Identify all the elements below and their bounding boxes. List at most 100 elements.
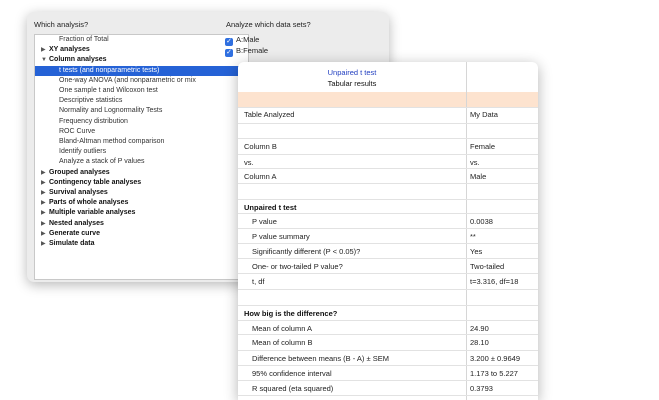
- row-divider: [238, 350, 538, 351]
- result-value: **: [470, 232, 476, 241]
- result-label: t, df: [252, 277, 265, 286]
- tree-item-label: One sample t and Wilcoxon test: [59, 87, 158, 94]
- header-row-highlight: [238, 92, 538, 107]
- row-divider: [238, 365, 538, 366]
- tree-item[interactable]: t tests (and nonparametric tests): [35, 65, 248, 76]
- row-divider: [238, 107, 538, 108]
- row-divider: [238, 199, 538, 200]
- tree-category[interactable]: ▶ Generate curve: [35, 229, 248, 239]
- result-value: Two-tailed: [470, 262, 505, 271]
- checkbox-checked-icon[interactable]: ✓: [225, 49, 233, 57]
- row-divider: [238, 243, 538, 244]
- result-label: Mean of column B: [252, 338, 313, 347]
- tree-item-label: Contingency table analyses: [49, 178, 142, 186]
- row-divider: [238, 334, 538, 335]
- result-value: 0.0038: [470, 217, 493, 226]
- tree-item[interactable]: Normality and Lognormality Tests: [35, 106, 248, 116]
- tree-item[interactable]: One sample t and Wilcoxon test: [35, 86, 248, 96]
- dataset-label: A:Male: [236, 35, 260, 44]
- results-header: Unpaired t test Tabular results: [238, 62, 466, 92]
- result-label: One- or two-tailed P value?: [252, 262, 343, 271]
- datasets-label: Analyze which data sets?: [226, 20, 311, 29]
- tree-category[interactable]: ▶ Grouped analyses: [35, 168, 248, 178]
- tree-item-label: Normality and Lognormality Tests: [59, 107, 163, 115]
- tree-item[interactable]: ROC Curve: [35, 127, 248, 137]
- row-divider: [238, 395, 538, 396]
- row-divider: [238, 213, 538, 214]
- result-value: Male: [470, 172, 487, 181]
- tree-item[interactable]: Frequency distribution: [35, 117, 248, 127]
- disclosure-closed-icon[interactable]: ▶: [41, 168, 49, 178]
- tree-item-label: Fraction of Total: [59, 36, 109, 43]
- tree-item-label: Generate curve: [49, 229, 100, 237]
- tree-item[interactable]: One-way ANOVA (and nonparametric or mix: [35, 76, 248, 86]
- row-divider: [238, 183, 538, 184]
- results-subtitle: Tabular results: [327, 79, 377, 88]
- disclosure-closed-icon[interactable]: ▶: [41, 219, 49, 229]
- row-divider: [238, 123, 538, 124]
- result-label: Significantly different (P < 0.05)?: [252, 247, 361, 256]
- tree-item-label: Analyze a stack of P values: [59, 158, 145, 166]
- section-heading: How big is the difference?: [244, 309, 338, 318]
- row-divider: [238, 305, 538, 306]
- result-value: Female: [470, 142, 496, 151]
- disclosure-open-icon[interactable]: ▼: [41, 55, 49, 65]
- tree-category[interactable]: ▶ Multiple variable analyses: [35, 208, 248, 218]
- result-label: Mean of column A: [252, 324, 313, 333]
- tree-item-label: t tests (and nonparametric tests): [59, 66, 160, 74]
- tree-item[interactable]: Descriptive statistics: [35, 96, 248, 106]
- result-label: P value: [252, 217, 277, 226]
- tree-item-label: Multiple variable analyses: [49, 209, 136, 217]
- tree-item-label: Simulate data: [49, 240, 95, 247]
- result-value: 28.10: [470, 338, 489, 347]
- tree-category[interactable]: ▶ Contingency table analyses: [35, 178, 248, 188]
- tree-category[interactable]: ▶ Survival analyses: [35, 188, 248, 198]
- tree-category[interactable]: ▶ XY analyses: [35, 45, 248, 55]
- disclosure-closed-icon[interactable]: ▶: [41, 208, 49, 218]
- tree-item[interactable]: Analyze a stack of P values: [35, 157, 248, 167]
- result-label: Column B: [244, 142, 277, 151]
- dataset-item[interactable]: ✓ A:Male: [225, 34, 260, 46]
- disclosure-closed-icon[interactable]: ▶: [41, 198, 49, 208]
- row-divider: [238, 258, 538, 259]
- tree-category[interactable]: ▶ Simulate data: [35, 239, 248, 249]
- tree-category[interactable]: ▼ Column analyses: [35, 55, 248, 65]
- results-sheet: Unpaired t test Tabular results Table An…: [238, 62, 538, 400]
- tree-item[interactable]: Identify outliers: [35, 147, 248, 157]
- tree-item-label: Nested analyses: [49, 219, 104, 227]
- result-value: vs.: [470, 158, 480, 167]
- result-label: vs.: [244, 158, 254, 167]
- disclosure-closed-icon[interactable]: ▶: [41, 178, 49, 188]
- result-label: R squared (eta squared): [252, 384, 334, 393]
- tree-category[interactable]: ▶ Parts of whole analyses: [35, 198, 248, 208]
- tree-item[interactable]: Bland-Altman method comparison: [35, 137, 248, 147]
- result-label: Table Analyzed: [244, 110, 295, 119]
- tree-item[interactable]: Fraction of Total: [35, 35, 248, 45]
- tree-item-label: One-way ANOVA (and nonparametric or mix: [59, 76, 196, 84]
- result-value: 24.90: [470, 324, 489, 333]
- result-value: Yes: [470, 247, 483, 256]
- tree-item-label: XY analyses: [49, 46, 90, 54]
- which-analysis-label: Which analysis?: [34, 20, 89, 29]
- result-value: 1.173 to 5.227: [470, 369, 518, 378]
- result-label: Column A: [244, 172, 277, 181]
- dataset-item[interactable]: ✓ B:Female: [225, 45, 269, 57]
- tree-item-label: Grouped analyses: [49, 168, 110, 176]
- result-label: Difference between means (B - A) ± SEM: [252, 354, 389, 363]
- analysis-tree[interactable]: Fraction of Total ▶ XY analyses ▼ Column ana…: [34, 34, 249, 280]
- result-label: 95% confidence interval: [252, 369, 332, 378]
- row-divider: [238, 154, 538, 155]
- tree-category[interactable]: ▶ Nested analyses: [35, 219, 248, 229]
- disclosure-closed-icon[interactable]: ▶: [41, 239, 49, 249]
- tree-item-label: Descriptive statistics: [59, 97, 123, 105]
- tree-item-label: Column analyses: [49, 56, 107, 64]
- dataset-label: B:Female: [236, 46, 269, 55]
- disclosure-closed-icon[interactable]: ▶: [41, 229, 49, 239]
- disclosure-closed-icon[interactable]: ▶: [41, 45, 49, 55]
- row-divider: [238, 138, 538, 139]
- disclosure-closed-icon[interactable]: ▶: [41, 188, 49, 198]
- results-title: Unpaired t test: [327, 68, 377, 77]
- result-value: My Data: [470, 110, 498, 119]
- tree-item-label: Parts of whole analyses: [49, 199, 129, 207]
- tree-item-label: ROC Curve: [59, 127, 96, 135]
